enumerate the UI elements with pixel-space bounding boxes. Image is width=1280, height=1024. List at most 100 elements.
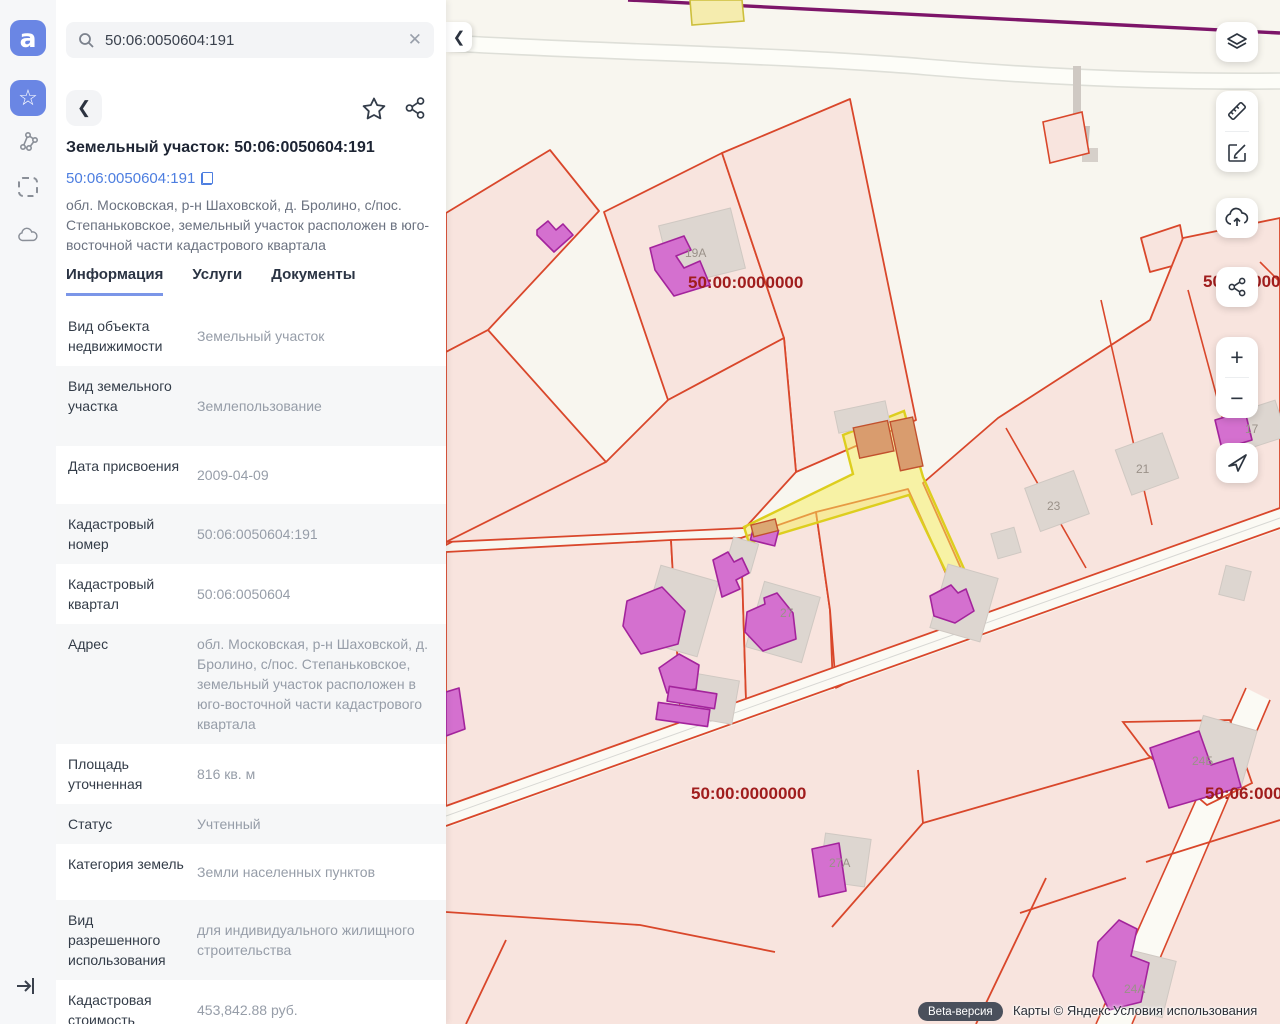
row-value: 453,842.88 руб. bbox=[197, 1000, 298, 1020]
share-object-button[interactable] bbox=[400, 94, 430, 122]
svg-text:27А: 27А bbox=[829, 856, 850, 870]
object-info-panel: ✕ ❮ Земельный участок: 50:06:0050604:191… bbox=[56, 0, 446, 1024]
row-label: Кадастровый квартал bbox=[68, 574, 186, 614]
row-label: Категория земель bbox=[68, 854, 186, 890]
star-icon: ☆ bbox=[18, 87, 38, 109]
copy-icon[interactable] bbox=[201, 172, 213, 185]
svg-text:50:06:0000000: 50:06:0000000 bbox=[1205, 784, 1280, 803]
svg-text:50:00:0000000: 50:00:0000000 bbox=[688, 273, 803, 292]
row-label: Кадастровый номер bbox=[68, 514, 186, 554]
zoom-in-button[interactable]: + bbox=[1216, 337, 1258, 377]
share-map-button[interactable] bbox=[1216, 267, 1258, 307]
dashed-square-icon bbox=[18, 177, 38, 197]
cadastral-map[interactable]: 19А 17 21 23 27 27А 24Б 24А 50:00:000000… bbox=[446, 0, 1280, 1024]
row-label: Вид разрешенного использования bbox=[68, 910, 186, 970]
search-icon bbox=[78, 32, 95, 49]
row-value: 816 кв. м bbox=[197, 764, 255, 784]
polygon-nodes-icon bbox=[17, 131, 39, 153]
share-icon bbox=[1225, 275, 1249, 299]
row-value: для индивидуального жилищного строительс… bbox=[197, 920, 432, 960]
row-value: Земли населенных пунктов bbox=[197, 862, 375, 882]
edit-icon bbox=[1225, 140, 1249, 164]
row-value: 2009-04-09 bbox=[197, 465, 269, 485]
row-label: Адрес bbox=[68, 634, 186, 734]
locate-button[interactable] bbox=[1216, 443, 1258, 483]
svg-text:23: 23 bbox=[1047, 499, 1061, 513]
table-row: Вид объекта недвижимости Земельный участ… bbox=[56, 306, 446, 366]
share-map-control[interactable] bbox=[1216, 267, 1258, 307]
clear-search-icon[interactable]: ✕ bbox=[408, 30, 422, 50]
svg-text:27: 27 bbox=[780, 606, 794, 620]
app-logo[interactable]: a bbox=[10, 20, 46, 56]
navigation-arrow-icon bbox=[1225, 451, 1249, 475]
search-bar[interactable]: ✕ bbox=[66, 22, 434, 58]
locate-control[interactable] bbox=[1216, 443, 1258, 483]
row-value: 50:06:0050604:191 bbox=[197, 524, 318, 544]
upload-button[interactable] bbox=[1216, 198, 1258, 238]
table-row: Статус Учтенный bbox=[56, 804, 446, 844]
info-table: Вид объекта недвижимости Земельный участ… bbox=[56, 306, 446, 1024]
collapse-panel-button[interactable]: ❮ bbox=[446, 22, 472, 52]
row-value: Земельный участок bbox=[197, 326, 324, 346]
svg-text:24А: 24А bbox=[1124, 982, 1145, 996]
panel-tabs: Информация Услуги Документы bbox=[66, 266, 438, 296]
svg-text:17: 17 bbox=[1245, 422, 1259, 436]
yandex-maps-attribution[interactable]: Карты © Яндекс bbox=[1013, 1003, 1111, 1018]
layers-icon bbox=[1225, 30, 1249, 54]
left-rail: a ☆ bbox=[0, 0, 56, 1024]
tab-documents[interactable]: Документы bbox=[271, 266, 355, 296]
table-row: Категория земель Земли населенных пункто… bbox=[56, 844, 446, 900]
row-value: Учтенный bbox=[197, 814, 261, 834]
table-row: Кадастровый квартал 50:06:0050604 bbox=[56, 564, 446, 624]
row-value: обл. Московская, р-н Шаховской, д. Броли… bbox=[197, 634, 432, 734]
cloud-upload-icon bbox=[1224, 206, 1250, 230]
cloud-button[interactable] bbox=[17, 224, 39, 246]
area-select-button[interactable] bbox=[17, 176, 39, 198]
star-outline-icon bbox=[361, 96, 387, 121]
tower-parcel[interactable] bbox=[1043, 112, 1089, 163]
table-row: Кадастровый номер 50:06:0050604:191 bbox=[56, 504, 446, 564]
table-row: Вид земельного участка Землепользование bbox=[56, 366, 446, 446]
measure-button[interactable] bbox=[1216, 91, 1258, 131]
polygon-tool-button[interactable] bbox=[17, 131, 39, 153]
row-label: Статус bbox=[68, 814, 186, 834]
login-icon bbox=[14, 974, 38, 998]
tab-information[interactable]: Информация bbox=[66, 266, 163, 296]
cadastral-app: a ☆ bbox=[0, 0, 1280, 1024]
upload-control[interactable] bbox=[1216, 198, 1258, 238]
favorite-object-button[interactable] bbox=[359, 94, 389, 122]
table-row: Дата присвоения 2009-04-09 bbox=[56, 446, 446, 504]
row-label: Кадастровая стоимость bbox=[68, 990, 186, 1024]
row-label: Дата присвоения bbox=[68, 456, 186, 494]
favorites-button[interactable]: ☆ bbox=[10, 80, 46, 116]
svg-text:24Б: 24Б bbox=[1192, 754, 1213, 768]
login-button[interactable] bbox=[14, 974, 40, 998]
back-button[interactable]: ❮ bbox=[66, 90, 102, 126]
cadastral-map-svg[interactable]: 19А 17 21 23 27 27А 24Б 24А 50:00:000000… bbox=[446, 0, 1280, 1024]
draw-edit-button[interactable] bbox=[1216, 132, 1258, 172]
tab-services[interactable]: Услуги bbox=[192, 266, 242, 296]
yellow-parcel-top[interactable] bbox=[690, 0, 744, 25]
row-label: Вид объекта недвижимости bbox=[68, 316, 186, 356]
row-label: Площадь уточненная bbox=[68, 754, 186, 794]
table-row: Адрес обл. Московская, р-н Шаховской, д.… bbox=[56, 624, 446, 744]
zoom-out-button[interactable]: − bbox=[1216, 378, 1258, 418]
row-value: 50:06:0050604 bbox=[197, 584, 290, 604]
row-value: Землепользование bbox=[197, 396, 322, 416]
svg-text:50:00:0000000: 50:00:0000000 bbox=[691, 784, 806, 803]
zoom-control: + − bbox=[1216, 337, 1258, 418]
terms-of-use-link[interactable]: Условия использования bbox=[1113, 1003, 1257, 1018]
cadastral-number-link[interactable]: 50:06:0050604:191 bbox=[66, 170, 213, 187]
page-title: Земельный участок: 50:06:0050604:191 bbox=[66, 139, 438, 157]
ruler-icon bbox=[1225, 99, 1249, 123]
svg-text:21: 21 bbox=[1136, 462, 1150, 476]
layers-control[interactable] bbox=[1216, 22, 1258, 62]
cadastral-number-text[interactable]: 50:06:0050604:191 bbox=[66, 170, 195, 187]
cloud-icon bbox=[17, 225, 39, 245]
beta-badge: Beta-версия bbox=[918, 1002, 1003, 1021]
layers-button[interactable] bbox=[1216, 22, 1258, 62]
table-row: Вид разрешенного использования для индив… bbox=[56, 900, 446, 980]
svg-text:19А: 19А bbox=[685, 246, 706, 260]
tools-control bbox=[1216, 91, 1258, 172]
search-input[interactable] bbox=[105, 32, 398, 49]
